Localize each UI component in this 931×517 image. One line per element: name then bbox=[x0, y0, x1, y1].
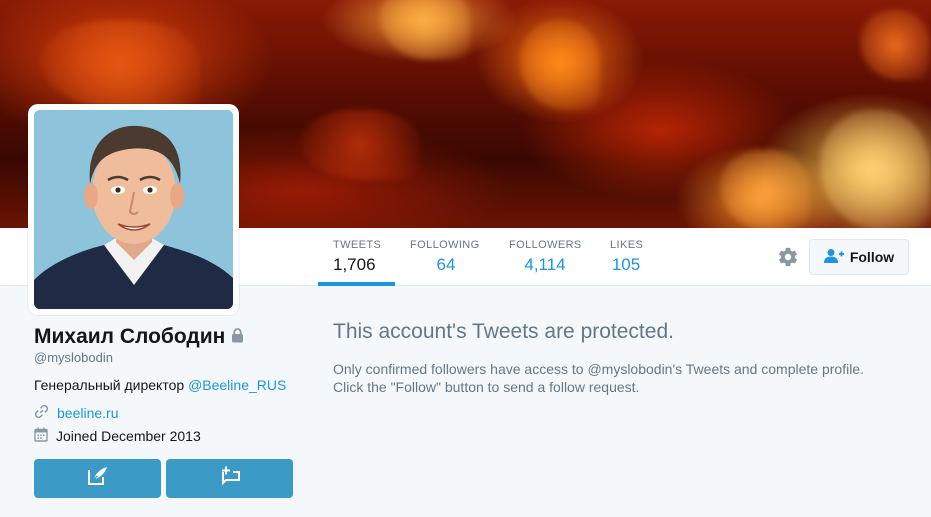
follow-button[interactable]: Follow bbox=[809, 239, 909, 275]
tweets-stat[interactable]: TWEETS 1,706 bbox=[318, 228, 395, 286]
protected-line-1: Only confirmed followers have access to … bbox=[333, 361, 864, 377]
follow-label: Follow bbox=[849, 249, 895, 265]
protected-title: This account's Tweets are protected. bbox=[333, 320, 674, 343]
lock-icon bbox=[231, 325, 244, 349]
profile-name-text: Михаил Слободин bbox=[34, 325, 226, 348]
bio-text: Генеральный директор bbox=[34, 377, 185, 393]
likes-stat[interactable]: LIKES 105 bbox=[610, 228, 644, 286]
profile-website: beeline.ru bbox=[34, 404, 119, 422]
joined-text: Joined December 2013 bbox=[56, 428, 201, 444]
profile-name: Михаил Слободин bbox=[34, 325, 244, 349]
calendar-icon bbox=[34, 427, 48, 445]
likes-label: LIKES bbox=[610, 239, 644, 251]
protected-line-2: Click the "Follow" button to send a foll… bbox=[333, 379, 640, 395]
direct-message-icon bbox=[219, 466, 241, 491]
profile-handle: @myslobodin bbox=[34, 350, 113, 365]
profile-avatar[interactable] bbox=[28, 104, 239, 315]
likes-count: 105 bbox=[611, 255, 641, 274]
protected-description: Only confirmed followers have access to … bbox=[333, 360, 893, 396]
followers-count: 4,114 bbox=[524, 255, 566, 274]
gear-icon[interactable] bbox=[777, 246, 799, 268]
following-label: FOLLOWING bbox=[410, 239, 480, 251]
website-link[interactable]: beeline.ru bbox=[57, 405, 119, 421]
tweet-to-button[interactable] bbox=[34, 459, 161, 498]
compose-icon bbox=[87, 466, 109, 491]
followers-stat[interactable]: FOLLOWERS 4,114 bbox=[509, 228, 581, 286]
tweets-count: 1,706 bbox=[333, 255, 376, 274]
tweets-label: TWEETS bbox=[333, 239, 382, 251]
followers-label: FOLLOWERS bbox=[509, 239, 582, 251]
message-button[interactable] bbox=[166, 459, 293, 498]
following-count: 64 bbox=[436, 255, 456, 274]
following-stat[interactable]: FOLLOWING 64 bbox=[410, 228, 482, 286]
add-user-icon bbox=[823, 248, 844, 267]
profile-bio: Генеральный директор @Beeline_RUS bbox=[34, 377, 286, 393]
bio-mention-link[interactable]: @Beeline_RUS bbox=[188, 377, 286, 393]
link-icon bbox=[34, 404, 49, 422]
profile-join-date: Joined December 2013 bbox=[34, 427, 201, 445]
avatar bbox=[34, 110, 233, 309]
